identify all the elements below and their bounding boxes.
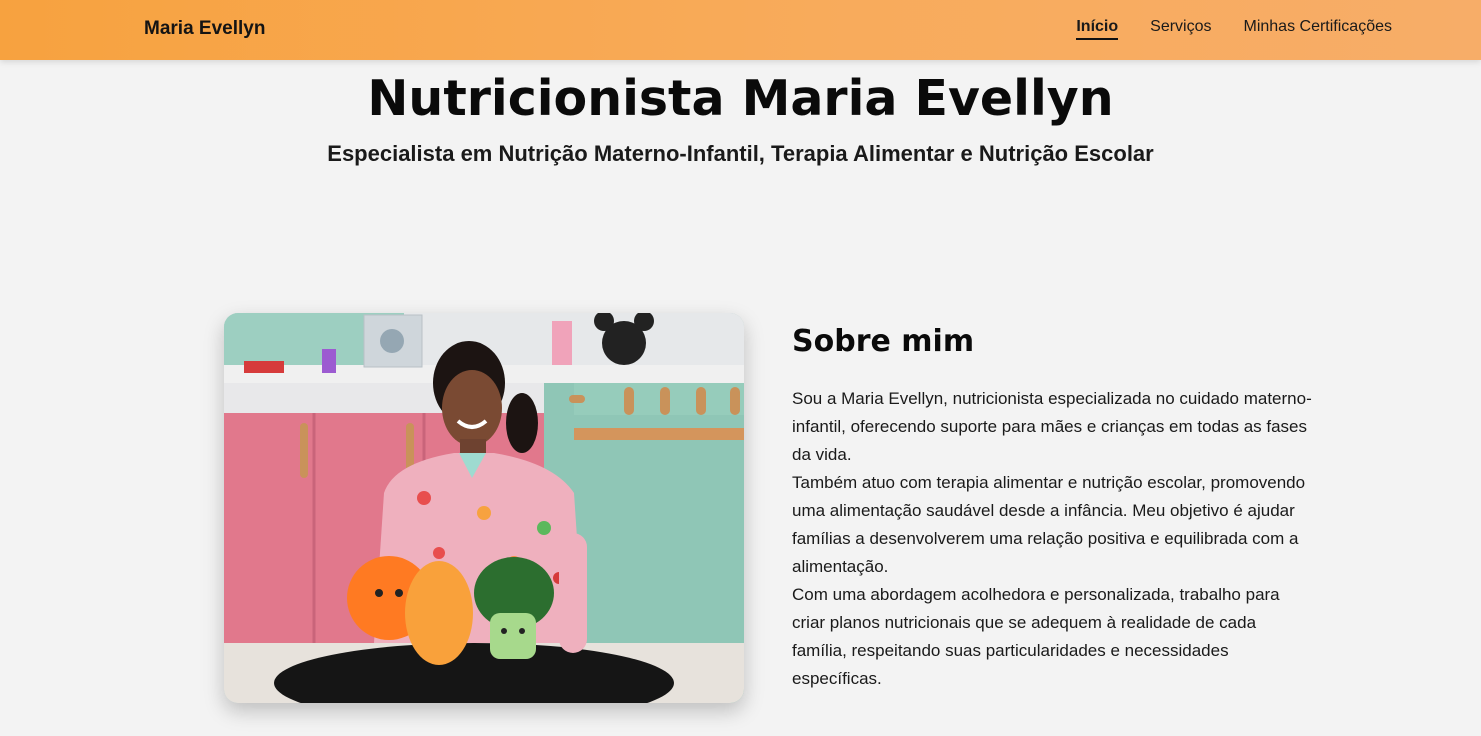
top-navbar: Maria Evellyn Início Serviços Minhas Cer… — [0, 0, 1481, 60]
about-paragraph-1: Sou a Maria Evellyn, nutricionista espec… — [792, 389, 1312, 464]
about-paragraph-3: Com uma abordagem acolhedora e personali… — [792, 585, 1280, 688]
hero-subtitle: Especialista em Nutrição Materno-Infanti… — [327, 141, 1154, 166]
nav-link-servicos[interactable]: Serviços — [1150, 18, 1211, 40]
about-paragraph-2: Também atuo com terapia alimentar e nutr… — [792, 473, 1306, 576]
nav-link-certificacoes[interactable]: Minhas Certificações — [1244, 18, 1393, 40]
nav-link-inicio[interactable]: Início — [1076, 18, 1119, 40]
about-title: Sobre mim — [792, 324, 975, 359]
profile-photo — [224, 313, 744, 703]
about-text: Sou a Maria Evellyn, nutricionista espec… — [792, 385, 1312, 693]
profile-photo-illustration — [224, 313, 744, 703]
hero-title: Nutricionista Maria Evellyn — [367, 70, 1114, 127]
brand-logo-text[interactable]: Maria Evellyn — [144, 18, 265, 40]
nav-links: Início Serviços Minhas Certificações — [1076, 18, 1392, 40]
